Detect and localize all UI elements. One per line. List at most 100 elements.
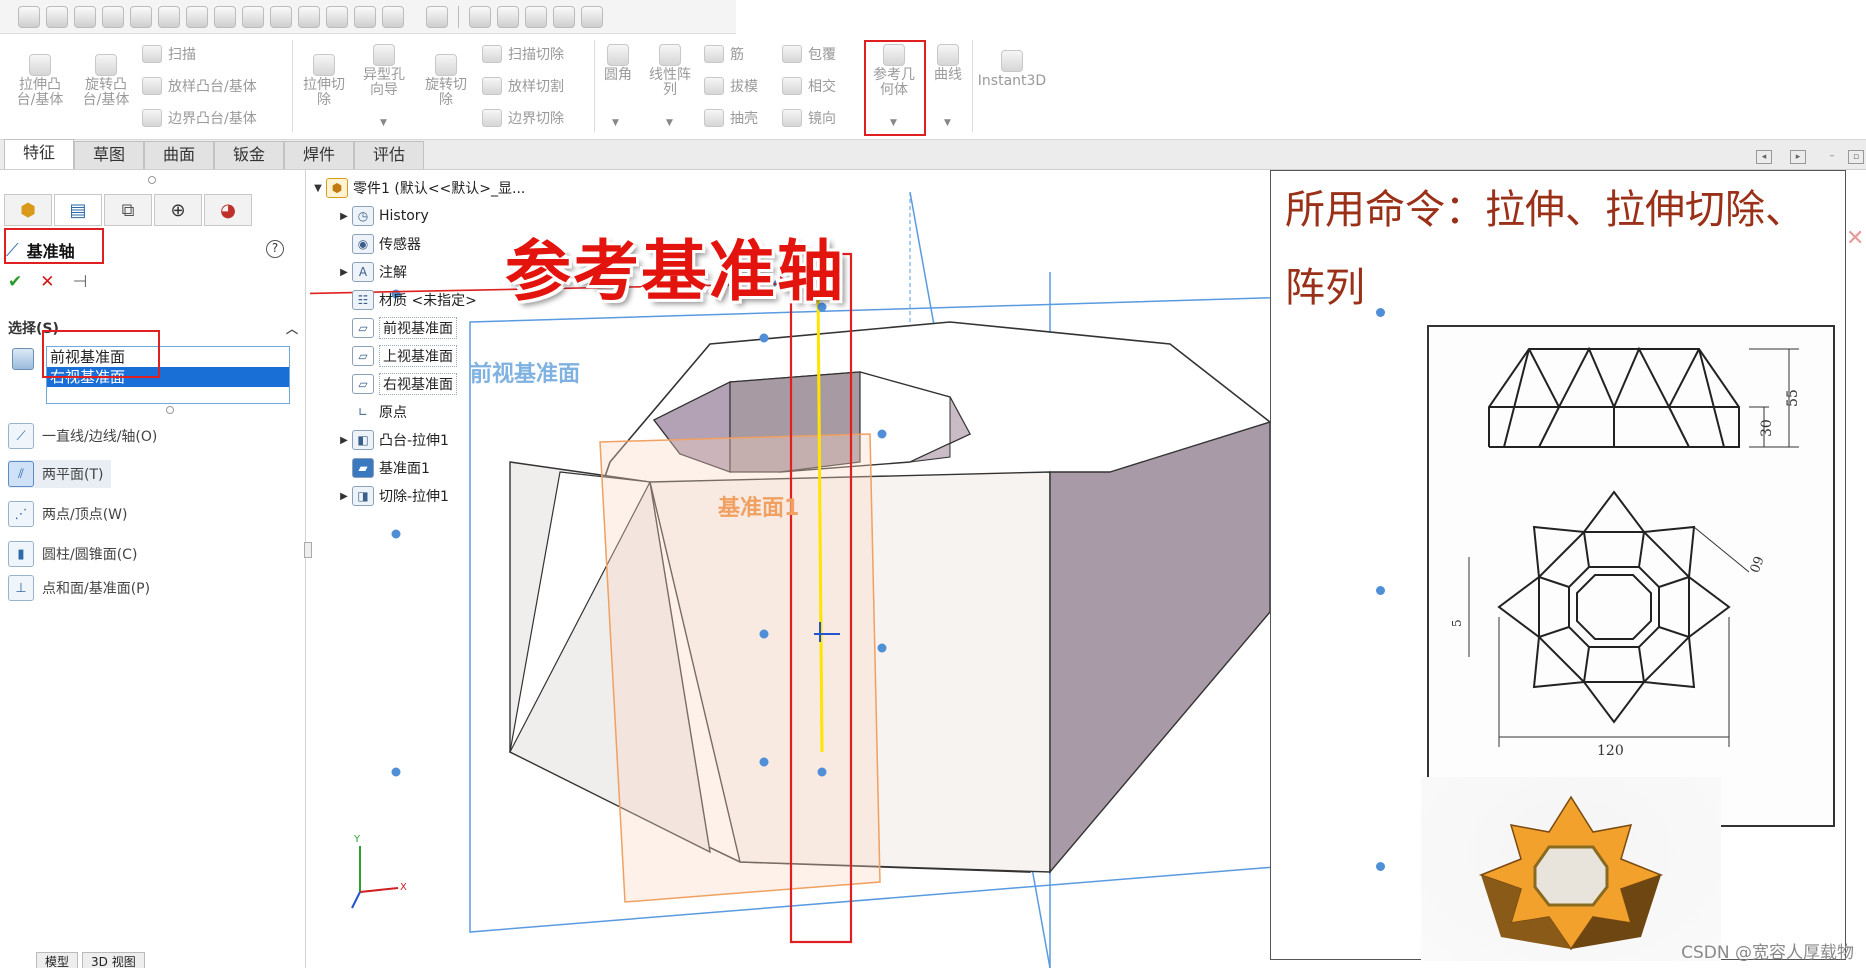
sweep-cut-button[interactable]: 扫描切除 [482, 44, 564, 64]
tree-item-right-plane[interactable]: ▱ 右视基准面 [336, 372, 457, 396]
tree-root[interactable]: ▼ ⬢ 零件1 (默认<<默认>_显... [310, 176, 525, 200]
settings-icon[interactable] [581, 5, 603, 28]
globe-icon[interactable] [130, 5, 152, 28]
tree-item-history[interactable]: ▶ ◷ History [336, 204, 429, 228]
draft-button[interactable]: 拔模 [704, 76, 758, 96]
appearance-icon[interactable] [497, 5, 519, 28]
expand-arrow-icon[interactable]: ▶ [336, 211, 352, 222]
shell-button[interactable]: 抽壳 [704, 108, 758, 128]
plane-icon: ▱ [352, 346, 374, 366]
tab-sheet-metal[interactable]: 钣金 [214, 141, 284, 169]
fillet-dropdown-icon[interactable]: ▼ [612, 118, 619, 128]
panel-grip-icon[interactable] [148, 176, 156, 184]
tab-features[interactable]: 特征 [4, 139, 74, 169]
wrap-button[interactable]: 包覆 [782, 44, 836, 64]
options-icon[interactable] [426, 5, 448, 28]
tab-surfaces[interactable]: 曲面 [144, 141, 214, 169]
layer-icon[interactable] [553, 5, 575, 28]
tree-item-top-plane[interactable]: ▱ 上视基准面 [336, 344, 457, 368]
collapse-arrow-icon[interactable]: ▼ [310, 183, 326, 194]
instant3d-button[interactable]: Instant3D [976, 50, 1048, 89]
dropdown-arrow-icon[interactable] [410, 6, 420, 28]
boundary-cut-button[interactable]: 边界切除 [482, 108, 564, 128]
mass-properties-icon[interactable] [298, 5, 320, 28]
panel-right-icon[interactable]: ▸ [1790, 150, 1806, 164]
expand-arrow-icon[interactable]: ▶ [336, 267, 352, 278]
curves-dropdown-icon[interactable]: ▼ [944, 118, 951, 128]
hole-wizard-button[interactable]: 异型孔 向导 [356, 44, 412, 98]
loft-cut-button[interactable]: 放样切割 [482, 76, 564, 96]
boundary-cut-icon [482, 109, 502, 127]
minimize-icon[interactable]: – [1824, 150, 1840, 164]
property-manager-tab[interactable]: ▤ [54, 194, 102, 226]
feature-manager-tab[interactable]: ⬢ [4, 194, 52, 226]
expand-arrow-icon[interactable]: ▶ [336, 435, 352, 446]
tree-item-sensors[interactable]: ◉ 传感器 [336, 232, 421, 256]
rib-button[interactable]: 筋 [704, 44, 744, 64]
loft-boss-button[interactable]: 放样凸台/基体 [142, 76, 257, 96]
panel-left-icon[interactable]: ◂ [1756, 150, 1772, 164]
spell-check-icon[interactable] [18, 5, 40, 28]
close-icon[interactable]: ✕ [1846, 226, 1864, 251]
expand-arrow-icon[interactable]: ▶ [336, 491, 352, 502]
curves-button[interactable]: 曲线 [928, 44, 968, 83]
help-icon[interactable]: ? [266, 240, 284, 258]
tree-item-label: 材质 <未指定> [379, 293, 477, 309]
display-style-icon[interactable] [158, 5, 180, 28]
tab-weldments[interactable]: 焊件 [284, 141, 354, 169]
option-point-face[interactable]: ⊥ 点和面/基准面(P) [8, 574, 150, 602]
option-two-points[interactable]: ⋰ 两点/顶点(W) [8, 500, 127, 528]
option-cylinder-cone[interactable]: ▮ 圆柱/圆锥面(C) [8, 540, 137, 568]
intersect-button[interactable]: 相交 [782, 76, 836, 96]
display-manager-tab[interactable]: ◕ [204, 194, 252, 226]
mirror-button[interactable]: 镜向 [782, 108, 836, 128]
render-icon[interactable] [469, 5, 491, 28]
balloon-icon[interactable] [74, 5, 96, 28]
restore-icon[interactable]: ▫ [1848, 150, 1864, 164]
measure-icon[interactable] [270, 5, 292, 28]
top-view-drawing [1497, 490, 1731, 724]
linear-pattern-dropdown-icon[interactable]: ▼ [666, 118, 673, 128]
linear-pattern-button[interactable]: 线性阵 列 [642, 44, 698, 98]
collapse-icon[interactable]: ︿ [286, 320, 298, 337]
tree-item-material[interactable]: ☷ 材质 <未指定> [336, 288, 477, 312]
dimxpert-manager-tab[interactable]: ⊕ [154, 194, 202, 226]
sweep-button[interactable]: 扫描 [142, 44, 196, 64]
check-icon[interactable] [214, 5, 236, 28]
tab-3d-view[interactable]: 3D 视图 [82, 952, 145, 968]
tab-model[interactable]: 模型 [36, 952, 79, 968]
tree-item-label: 传感器 [379, 237, 421, 253]
tree-item-origin[interactable]: ∟ 原点 [336, 400, 407, 424]
annotation-tool-icon[interactable] [46, 5, 68, 28]
ok-icon[interactable]: ✔ [8, 272, 22, 292]
extrude-cut-button[interactable]: 拉伸切 除 [296, 54, 352, 108]
option-line-edge-axis[interactable]: ⟋ 一直线/边线/轴(O) [8, 422, 157, 450]
cancel-icon[interactable]: ✕ [40, 272, 54, 292]
configuration-manager-tab[interactable]: ⧉ [104, 194, 152, 226]
pin-icon[interactable]: ⊣ [73, 272, 88, 292]
extrude-boss-button[interactable]: 拉伸凸 台/基体 [12, 54, 68, 108]
tree-item-plane1[interactable]: ▰ 基准面1 [336, 456, 430, 480]
hole-wizard-dropdown-icon[interactable]: ▼ [380, 118, 387, 128]
tree-item-front-plane[interactable]: ▱ 前视基准面 [336, 316, 457, 340]
fillet-button[interactable]: 圆角 [598, 44, 638, 83]
tree-item-cut-extrude[interactable]: ▶ ◨ 切除-拉伸1 [336, 484, 449, 508]
library-icon[interactable] [354, 5, 376, 28]
tree-item-annotations[interactable]: ▶ A 注解 [336, 260, 407, 284]
revolve-cut-button[interactable]: 旋转切 除 [418, 54, 474, 108]
part-icon: ⬢ [326, 178, 348, 198]
tab-sketch[interactable]: 草图 [74, 141, 144, 169]
tab-evaluate[interactable]: 评估 [354, 141, 424, 169]
tree-item-boss-extrude[interactable]: ▶ ◧ 凸台-拉伸1 [336, 428, 449, 452]
listbox-resize-grip-icon[interactable] [166, 406, 174, 414]
option-two-planes[interactable]: ⫽ 两平面(T) [8, 460, 112, 488]
tree-item-label: 前视基准面 [379, 317, 457, 339]
boundary-boss-button[interactable]: 边界凸台/基体 [142, 108, 257, 128]
sum-icon[interactable] [242, 5, 264, 28]
section-view-icon[interactable] [186, 5, 208, 28]
approve-icon[interactable] [525, 5, 547, 28]
edit-sketch-icon[interactable] [102, 5, 124, 28]
revolve-boss-button[interactable]: 旋转凸 台/基体 [78, 54, 134, 108]
snowflake-icon[interactable] [326, 5, 348, 28]
rebuild-icon[interactable] [382, 5, 404, 28]
